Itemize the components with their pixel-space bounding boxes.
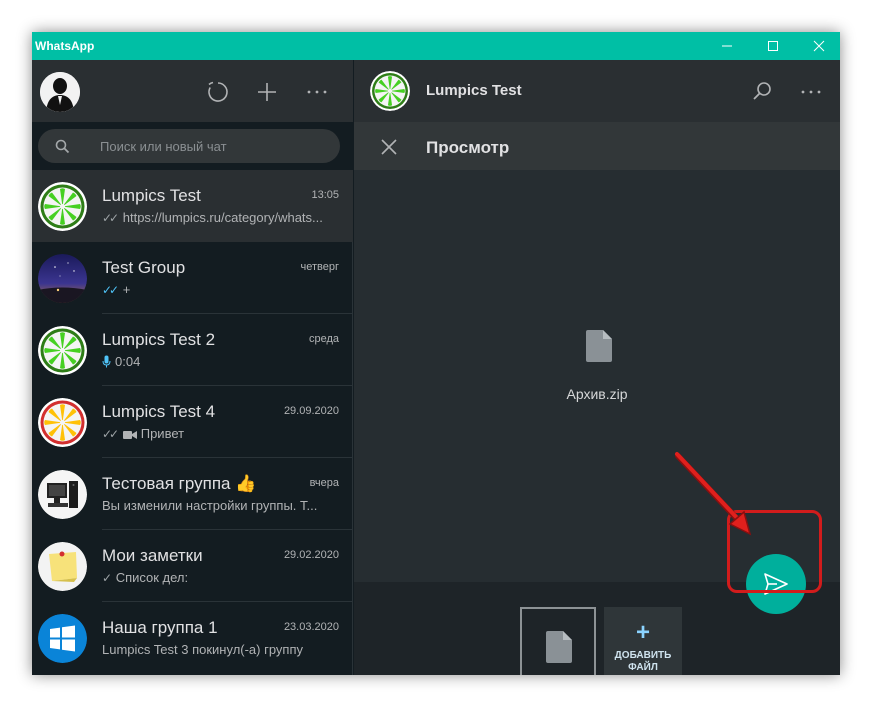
close-icon (381, 139, 397, 155)
my-avatar[interactable] (40, 72, 80, 112)
close-icon (813, 40, 825, 52)
maximize-button[interactable] (750, 32, 796, 60)
whatsapp-window: WhatsApp Поиск или новый чат Lumpics Tes… (32, 32, 840, 675)
search-icon (55, 139, 70, 154)
night-sky-avatar (38, 254, 87, 303)
chat-time: 29.09.2020 (283, 405, 339, 417)
search-area (32, 122, 353, 170)
chat-name: Test Group (102, 258, 186, 277)
chat-name: Lumpics Test (102, 186, 201, 205)
chat-item-test-group-ru[interactable]: Тестовая группа 👍 вчера Вы изменили наст… (32, 458, 353, 530)
chat-menu-button[interactable] (798, 79, 824, 105)
file-icon (586, 330, 612, 362)
title-bar: WhatsApp (32, 32, 840, 60)
search-input[interactable] (100, 137, 330, 155)
chat-name: Lumpics Test 2 (102, 330, 216, 349)
minimize-button[interactable] (704, 32, 750, 60)
computer-avatar (38, 470, 87, 519)
chat-time: четверг (300, 261, 340, 273)
chat-item-our-group-1[interactable]: Наша группа 1 23.03.2020 Lumpics Test 3 … (32, 602, 353, 674)
chat-preview: Lumpics Test 3 покинул(-а) группу (102, 642, 304, 657)
plus-icon (258, 83, 276, 101)
minimize-icon (722, 45, 732, 47)
file-icon (546, 631, 572, 663)
selected-file-thumbnail[interactable] (520, 607, 596, 675)
chat-preview: ✓✓ https://lumpics.ru/category/whats... (102, 210, 323, 225)
more-dots-icon (801, 90, 821, 94)
chat-preview: Вы изменили настройки группы. Т... (102, 498, 318, 513)
chat-name: Наша группа 1 (102, 618, 218, 637)
search-box[interactable] (38, 129, 340, 163)
chat-item-lumpics-test-2[interactable]: Lumpics Test 2 среда 0:04 (32, 314, 353, 386)
sticky-note-avatar (38, 542, 87, 591)
chat-preview: ✓✓ + (102, 282, 131, 297)
status-button[interactable] (205, 79, 231, 105)
chat-name: Lumpics Test 4 (102, 402, 216, 421)
file-name: Архив.zip (566, 386, 628, 402)
sent-tick-icon: ✓ (102, 571, 112, 585)
window-title: WhatsApp (35, 39, 95, 53)
chat-name: Тестовая группа 👍 (102, 474, 257, 493)
chat-time: 13:05 (311, 189, 339, 201)
chat-preview: ✓ Список дел: (102, 570, 189, 585)
close-window-button[interactable] (796, 32, 840, 60)
chat-list: Lumpics Test 13:05 ✓✓ https://lumpics.ru… (32, 170, 353, 675)
red-arrow-icon (675, 452, 752, 536)
chat-header: Lumpics Test (354, 60, 840, 122)
read-ticks-icon: ✓✓ (102, 427, 119, 441)
chat-item-lumpics-test-4[interactable]: Lumpics Test 4 29.09.2020 ✓✓ Привет (32, 386, 353, 458)
chat-time: 23.03.2020 (283, 621, 339, 633)
read-ticks-icon: ✓✓ (102, 211, 119, 225)
chat-time: среда (308, 333, 339, 345)
add-file-button[interactable]: + ДОБАВИТЬ ФАЙЛ (604, 607, 682, 675)
person-silhouette-icon (40, 72, 80, 112)
lime-icon (38, 326, 87, 375)
chat-preview: ✓✓ Привет (102, 426, 185, 441)
sidebar-header (32, 60, 353, 122)
chat-name: Мои заметки (102, 546, 203, 565)
read-ticks-icon: ✓✓ (102, 283, 119, 297)
microphone-icon (102, 355, 111, 368)
chat-time: 29.02.2020 (283, 549, 339, 561)
more-dots-icon (307, 90, 327, 94)
maximize-icon (768, 41, 778, 51)
chat-item-my-notes[interactable]: Мои заметки 29.02.2020 ✓ Список дел: (32, 530, 353, 602)
plus-icon: + (635, 619, 650, 646)
lime-icon (38, 182, 87, 231)
new-chat-button[interactable] (254, 79, 280, 105)
chat-item-lumpics-test[interactable]: Lumpics Test 13:05 ✓✓ https://lumpics.ru… (32, 170, 353, 242)
video-camera-icon (122, 431, 137, 439)
chat-time: вчера (309, 477, 339, 489)
orange-slice-icon (38, 398, 87, 447)
preview-title: Просмотр (426, 138, 510, 157)
sidebar: Lumpics Test 13:05 ✓✓ https://lumpics.ru… (32, 60, 353, 675)
chat-search-button[interactable] (749, 79, 775, 105)
search-icon (753, 82, 771, 100)
lime-icon[interactable] (370, 71, 410, 111)
chat-title[interactable]: Lumpics Test (426, 82, 522, 99)
preview-header: Просмотр (354, 122, 840, 170)
status-icon (208, 81, 228, 102)
close-preview-button[interactable] (378, 136, 400, 158)
add-file-label: ДОБАВИТЬ ФАЙЛ (614, 650, 672, 673)
sidebar-menu-button[interactable] (304, 79, 330, 105)
windows-logo-avatar (38, 614, 87, 663)
chat-item-test-group[interactable]: Test Group четверг ✓✓ + (32, 242, 353, 314)
chat-preview: 0:04 (102, 354, 340, 369)
